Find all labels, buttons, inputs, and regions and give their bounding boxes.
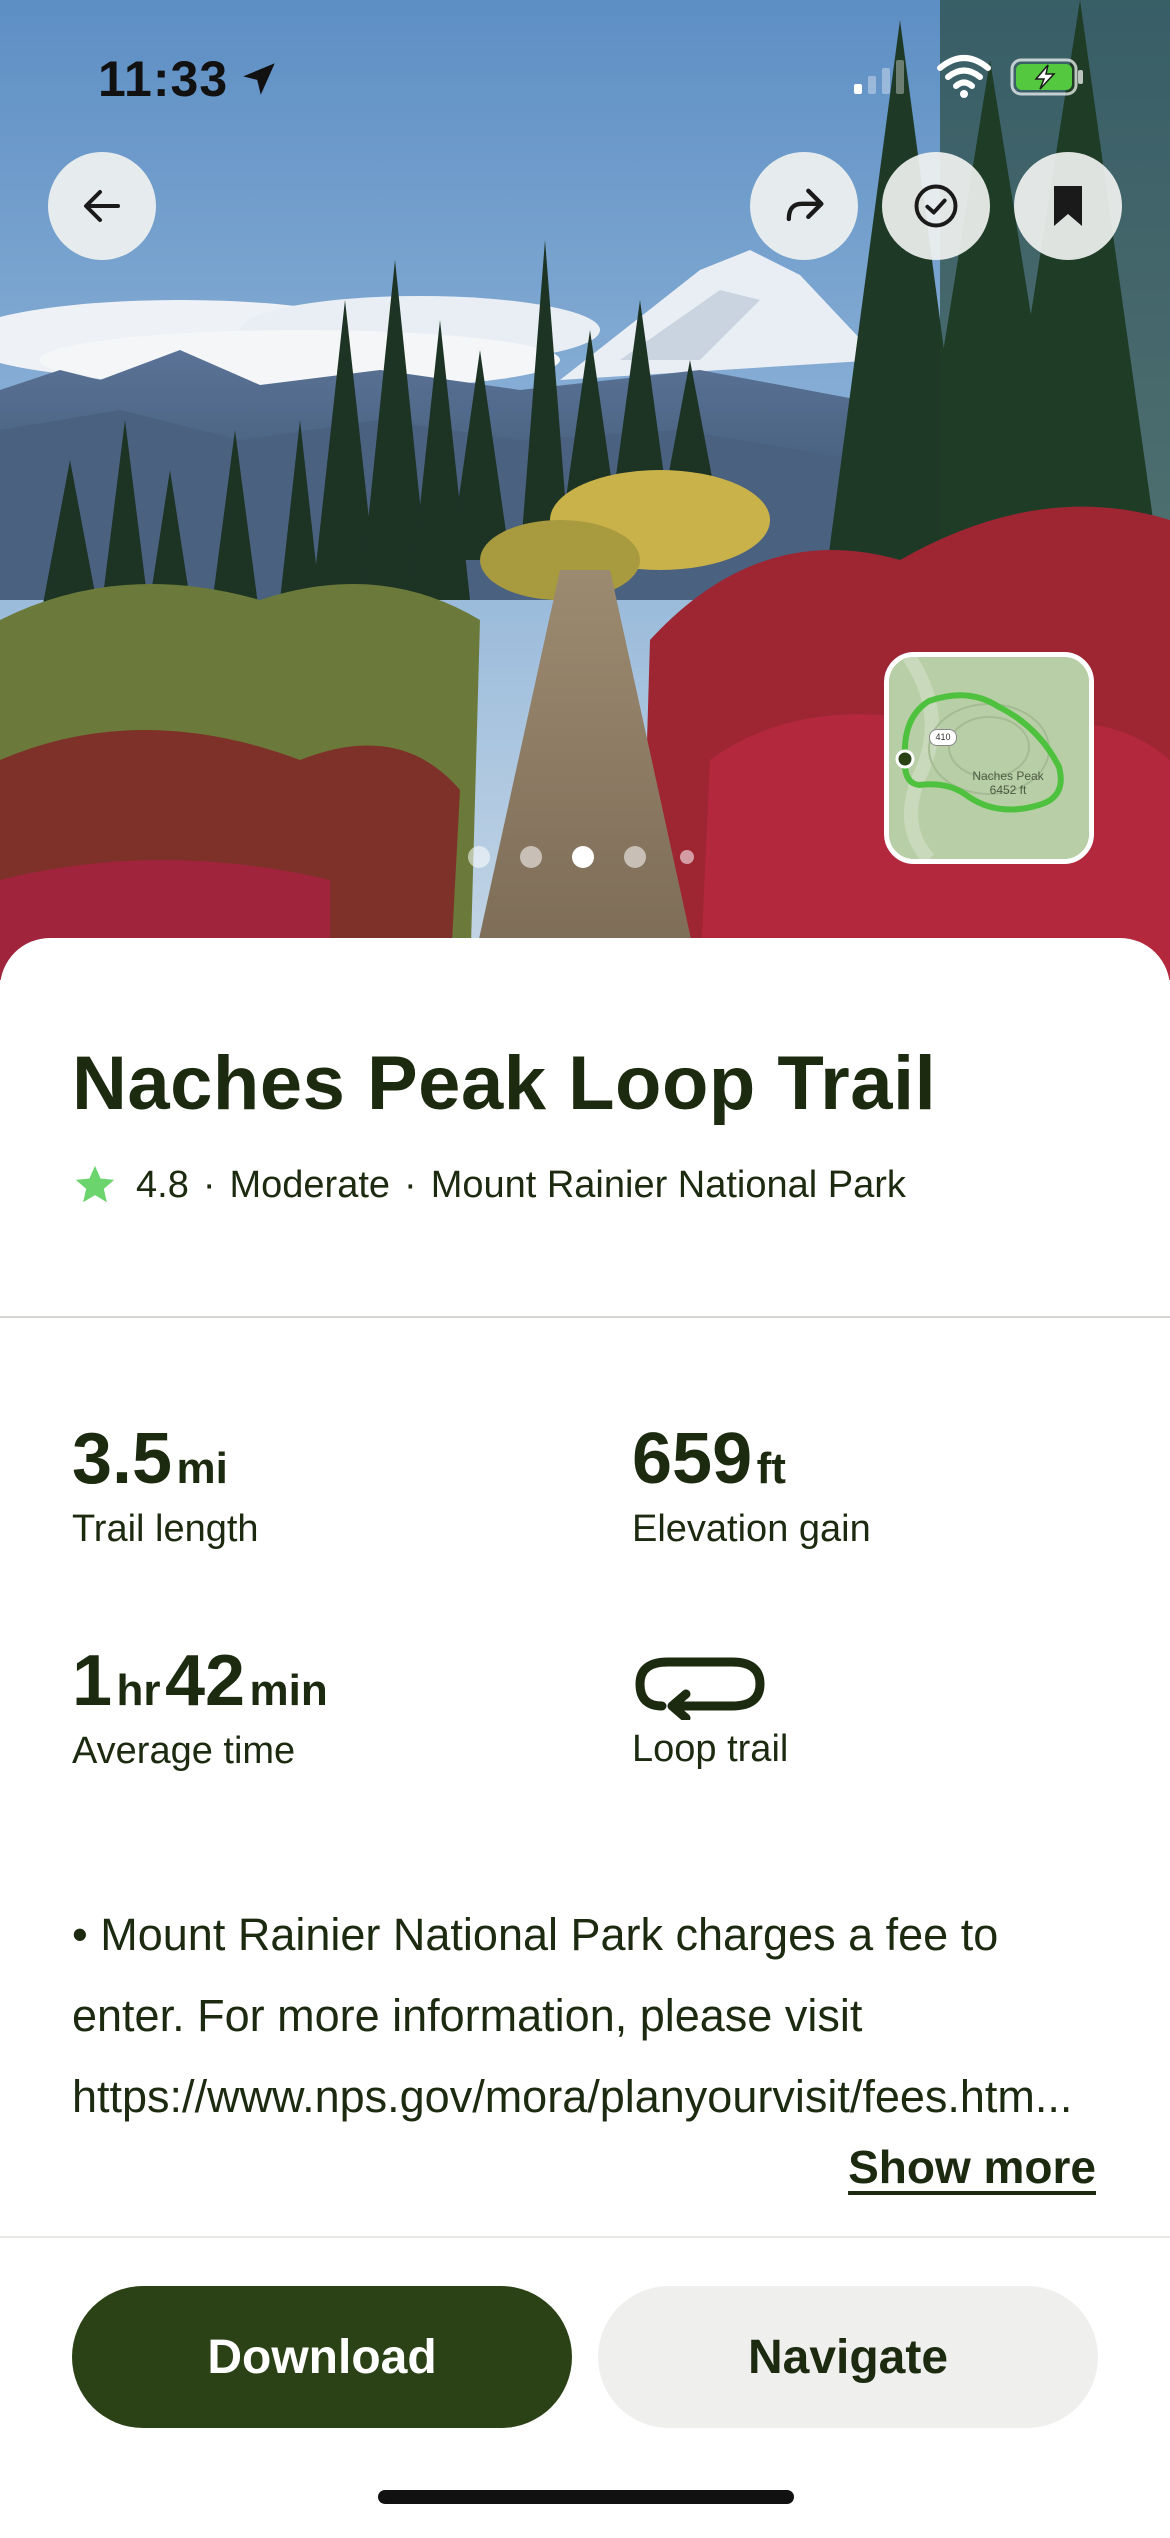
star-icon [75,1165,115,1203]
stat-route-type: Loop trail [632,1648,788,1771]
map-peak-label: Naches Peak 6452 ft [953,769,1063,797]
navigate-button[interactable]: Navigate [598,2286,1098,2428]
hero-photo[interactable]: 11:33 410 Naches Peak 6452 ft [0,0,1170,980]
trail-title: Naches Peak Loop Trail [72,1041,937,1126]
map-preview [889,657,1089,859]
time-minutes: 42 [164,1641,246,1721]
trail-park-link[interactable]: Mount Rainier National Park [431,1164,906,1207]
download-button[interactable]: Download [72,2286,572,2428]
back-button[interactable] [48,152,156,260]
time-hours: 1 [72,1641,113,1721]
mark-completed-button[interactable] [882,152,990,260]
stat-trail-length: 3.5 mi Trail length [72,1418,259,1551]
route-type-label: Loop trail [632,1728,789,1770]
time-label: Average time [72,1730,296,1772]
length-label: Trail length [72,1508,259,1550]
wifi-icon [936,54,992,103]
elevation-unit: ft [756,1444,786,1493]
status-time: 11:33 [98,51,229,107]
battery-charging-icon [1010,58,1086,101]
map-peak-elevation: 6452 ft [989,783,1027,797]
location-arrow-icon [238,58,280,105]
home-indicator [378,2490,794,2504]
check-circle-icon [910,180,962,232]
show-more-link[interactable]: Show more [848,2140,1096,2194]
page-dot[interactable] [520,846,542,868]
road-shield: 410 [929,729,957,746]
trail-description: • Mount Rainier National Park charges a … [72,1909,1073,2122]
trail-meta: 4.8 · Moderate · Mount Rainier National … [72,1160,906,1210]
meta-separator: · [404,1163,417,1206]
trail-rating: 4.8 [136,1163,189,1206]
signal-icon [852,60,912,101]
status-bar: 11:33 [0,50,1170,110]
loop-icon [635,1657,765,1723]
page-dot[interactable] [680,850,694,864]
length-unit: mi [176,1444,228,1493]
page-dot[interactable] [468,846,490,868]
stat-average-time: 1 hr 42 min Average time [72,1640,328,1773]
map-peak-name: Naches Peak [972,769,1044,783]
bookmark-icon [1046,182,1090,230]
elevation-value: 659 [632,1419,753,1499]
time-hours-unit: hr [116,1666,161,1715]
meta-separator: · [202,1163,216,1206]
back-arrow-icon [78,182,126,230]
trail-difficulty: Moderate [229,1163,391,1206]
length-value: 3.5 [72,1419,173,1499]
section-divider [0,1316,1170,1318]
map-thumbnail-button[interactable]: 410 Naches Peak 6452 ft [884,652,1094,864]
page-dot-active[interactable] [572,846,594,868]
page-dot[interactable] [624,846,646,868]
share-button[interactable] [750,152,858,260]
share-icon [778,180,830,232]
elevation-label: Elevation gain [632,1508,871,1550]
stat-elevation-gain: 659 ft Elevation gain [632,1418,871,1551]
time-minutes-unit: min [249,1666,328,1715]
save-button[interactable] [1014,152,1122,260]
